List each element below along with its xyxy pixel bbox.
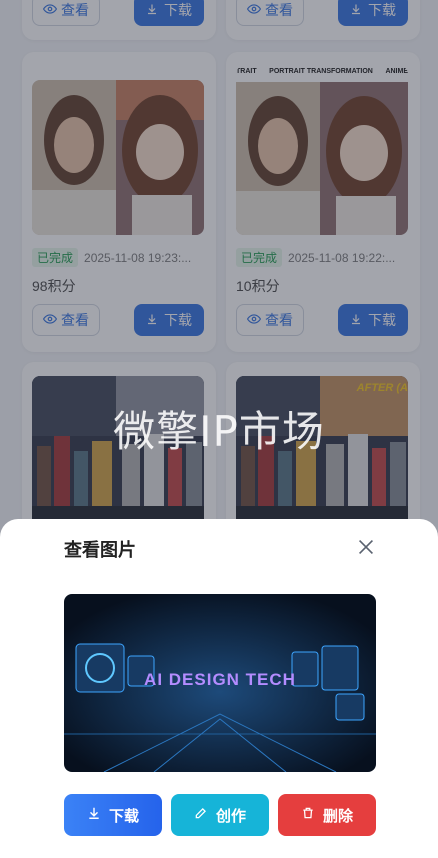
watermark-text: 微擎IP市场 xyxy=(113,407,325,456)
sheet-title: 查看图片 xyxy=(64,540,136,560)
download-icon xyxy=(87,806,101,824)
create-button[interactable]: 创作 xyxy=(171,794,269,836)
edit-icon xyxy=(194,806,208,824)
trash-icon xyxy=(301,806,315,824)
delete-button[interactable]: 删除 xyxy=(278,794,376,836)
download-button[interactable]: 下载 xyxy=(64,794,162,836)
image-preview-sheet: 查看图片 AI DESIGN TECH 下载 创作 删除 xyxy=(0,519,438,858)
download-label: 下载 xyxy=(108,807,139,825)
delete-label: 删除 xyxy=(322,807,353,825)
preview-image: AI DESIGN TECH xyxy=(64,594,376,772)
create-label: 创作 xyxy=(215,807,246,825)
close-icon[interactable] xyxy=(355,536,377,558)
preview-title-text: AI DESIGN TECH xyxy=(144,670,296,689)
